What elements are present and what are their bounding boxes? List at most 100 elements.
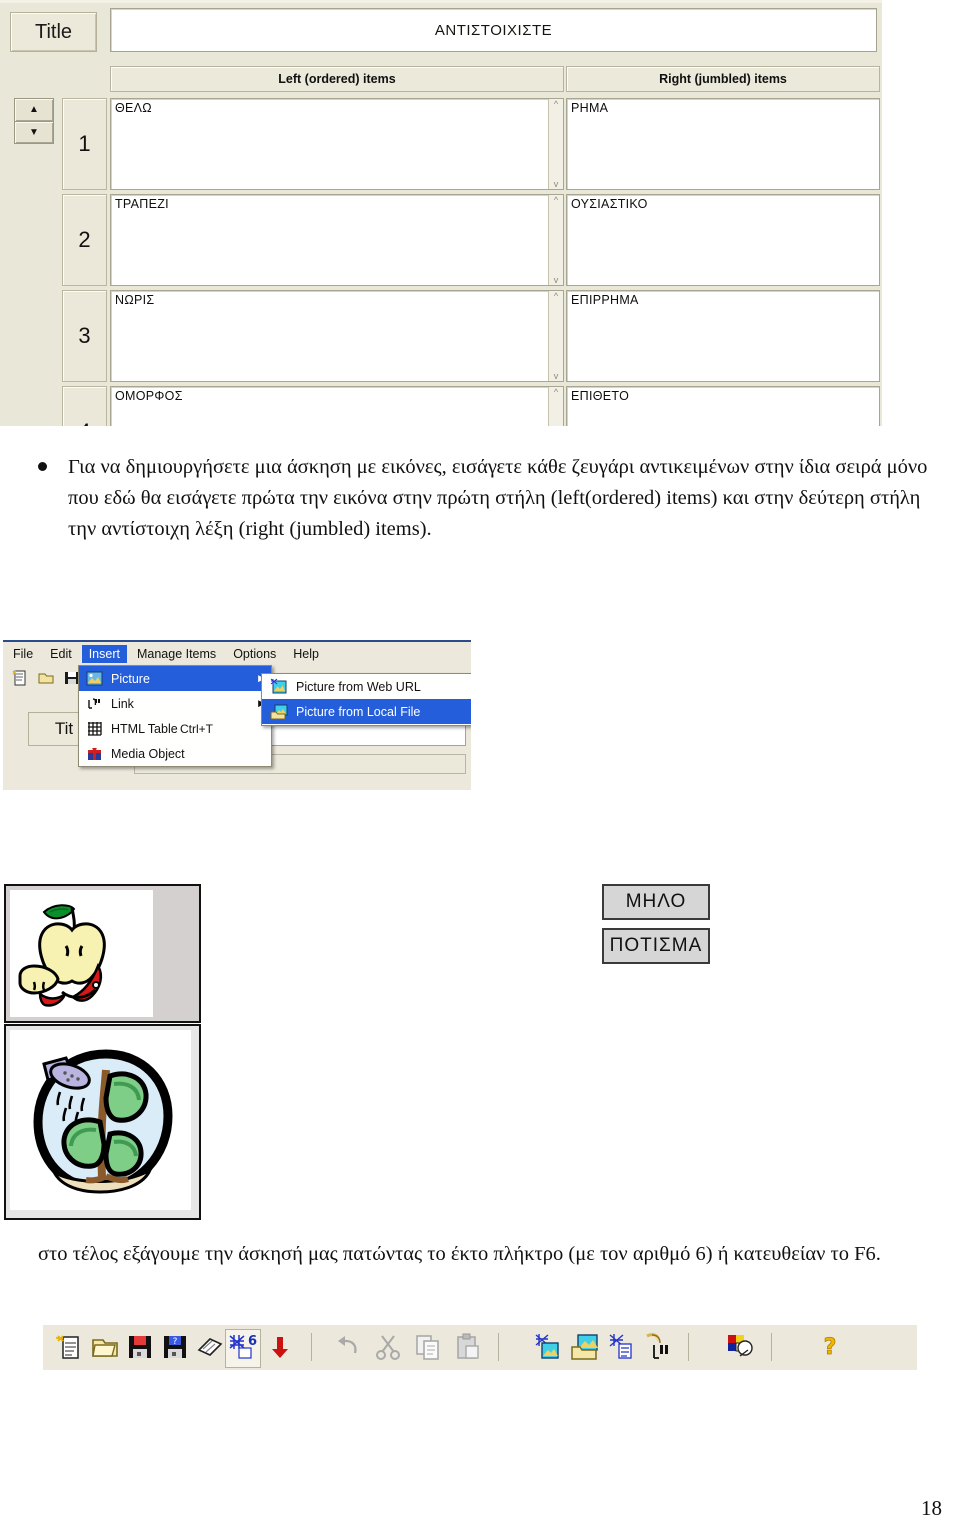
menu-item-file[interactable]: File xyxy=(6,645,40,663)
left-cell-1-scrollbar[interactable]: ^ v xyxy=(548,99,563,189)
picture-submenu: Picture from Web URL Picture from Local … xyxy=(261,673,471,726)
submenu-option-web-url-label: Picture from Web URL xyxy=(296,679,421,694)
spinner-down-button[interactable]: ▼ xyxy=(15,121,53,143)
export-6-icon[interactable]: 6 xyxy=(227,1332,257,1362)
picture-icon xyxy=(86,670,103,687)
menu-item-edit[interactable]: Edit xyxy=(43,645,79,663)
menu-item-insert[interactable]: Insert xyxy=(81,645,127,663)
instruction-paragraph-one: Για να δημιουργήσετε μια άσκηση με εικόν… xyxy=(0,452,960,545)
insert-menu-screenshot: File Edit Insert Manage Items Options He… xyxy=(3,640,471,790)
bullet-icon xyxy=(38,462,47,471)
row-number-4: 4 xyxy=(62,386,107,426)
instruction-paragraph-one-text: Για να δημιουργήσετε μια άσκηση με εικόν… xyxy=(68,456,928,540)
toolbar-separator xyxy=(771,1333,772,1361)
toolbar-separator xyxy=(498,1333,499,1361)
document-page: Title ΑΝΤΙΣΤΟΙΧΙΣΤΕ Left (ordered) items… xyxy=(0,0,960,1533)
word-button-milo[interactable]: ΜΗΛΟ xyxy=(602,884,710,920)
row-number-2: 2 xyxy=(62,194,107,286)
menu-option-link-label: Link xyxy=(111,696,134,711)
main-toolbar-screenshot: ? 6 ? xyxy=(43,1325,917,1370)
toolbar-separator xyxy=(688,1333,689,1361)
apple-picture-frame[interactable] xyxy=(4,884,201,1023)
left-cell-2-scrollbar[interactable]: ^ v xyxy=(548,195,563,285)
colors-icon[interactable] xyxy=(725,1332,755,1362)
new-document-icon[interactable] xyxy=(11,669,29,687)
word-button-milo-label: ΜΗΛΟ xyxy=(625,891,687,912)
left-cell-4[interactable]: ΟΜΟΡΦΟΣ ^ v xyxy=(110,386,564,426)
menu-item-help[interactable]: Help xyxy=(286,645,326,663)
word-button-potisma-label: ΠΟΤΙΣΜΑ xyxy=(609,935,703,956)
left-column-header-label: Left (ordered) items xyxy=(278,72,396,86)
row-spinner[interactable]: ▲ ▼ xyxy=(14,98,54,144)
instruction-paragraph-two-text: στο τέλος εξάγουμε την άσκησή μας πατώντ… xyxy=(38,1243,881,1265)
save-as-icon[interactable]: ? xyxy=(160,1332,190,1362)
row-number-4-label: 4 xyxy=(78,419,90,426)
insert-media-icon[interactable] xyxy=(607,1332,637,1362)
insert-dropdown-menu: Picture ▶ Link ▶ xyxy=(78,665,272,767)
right-cell-4-text: ΕΠΙΘΕΤΟ xyxy=(571,389,630,403)
menu-option-picture-label: Picture xyxy=(111,671,150,686)
paste-icon[interactable] xyxy=(453,1332,483,1362)
link-icon xyxy=(86,695,103,712)
download-arrow-icon[interactable] xyxy=(265,1332,295,1362)
window-title-bar-strip xyxy=(3,640,471,642)
svg-text:?: ? xyxy=(173,1337,178,1347)
spinner-up-button[interactable]: ▲ xyxy=(15,99,53,122)
insert-link-icon[interactable] xyxy=(644,1332,674,1362)
window-top-bevel xyxy=(0,0,882,3)
local-picture-icon xyxy=(270,703,288,720)
menu-option-html-table-label: HTML Table xyxy=(111,721,178,736)
left-column-header: Left (ordered) items xyxy=(110,66,564,92)
scroll-down-arrow[interactable]: v xyxy=(554,371,559,381)
insert-web-picture-icon[interactable] xyxy=(533,1332,563,1362)
menu-option-media-object-label: Media Object xyxy=(111,746,185,761)
left-cell-3[interactable]: ΝΩΡΙΣ ^ v xyxy=(110,290,564,382)
insert-local-picture-icon[interactable] xyxy=(570,1332,600,1362)
left-cell-2[interactable]: ΤΡΑΠΕΖΙ ^ v xyxy=(110,194,564,286)
right-cell-3-text: ΕΠΙΡΡΗΜΑ xyxy=(571,293,639,307)
watering-picture-frame[interactable] xyxy=(4,1024,201,1220)
left-cell-3-text: ΝΩΡΙΣ xyxy=(115,293,155,307)
page-number: 18 xyxy=(921,1496,942,1520)
undo-icon[interactable] xyxy=(333,1332,363,1362)
submenu-option-picture-from-local-file[interactable]: Picture from Local File xyxy=(262,699,471,724)
right-cell-4[interactable]: ΕΠΙΘΕΤΟ xyxy=(566,386,880,426)
right-cell-2[interactable]: ΟΥΣΙΑΣΤΙΚΟ xyxy=(566,194,880,286)
copy-icon[interactable] xyxy=(413,1332,443,1362)
new-document-icon[interactable] xyxy=(55,1332,85,1362)
left-cell-3-scrollbar[interactable]: ^ v xyxy=(548,291,563,381)
submenu-option-picture-from-web-url[interactable]: Picture from Web URL xyxy=(262,674,471,699)
menu-item-manage-items[interactable]: Manage Items xyxy=(130,645,223,663)
matching-exercise-editor-screenshot: Title ΑΝΤΙΣΤΟΙΧΙΣΤΕ Left (ordered) items… xyxy=(0,0,882,426)
menu-item-options[interactable]: Options xyxy=(226,645,283,663)
save-icon[interactable] xyxy=(125,1332,155,1362)
row-number-2-label: 2 xyxy=(78,227,91,252)
svg-text:?: ? xyxy=(824,1335,837,1360)
left-cell-4-scrollbar[interactable]: ^ v xyxy=(548,387,563,426)
scroll-up-arrow[interactable]: ^ xyxy=(554,387,558,397)
right-column-header-label: Right (jumbled) items xyxy=(659,72,787,86)
watering-plant-image xyxy=(10,1030,191,1210)
scroll-up-arrow[interactable]: ^ xyxy=(554,195,558,205)
left-cell-1-text: ΘΕΛΩ xyxy=(115,101,152,115)
menu-option-picture[interactable]: Picture ▶ xyxy=(79,666,271,691)
open-folder-icon[interactable] xyxy=(90,1332,120,1362)
right-cell-1[interactable]: ΡΗΜΑ xyxy=(566,98,880,190)
left-cell-1[interactable]: ΘΕΛΩ ^ v xyxy=(110,98,564,190)
open-folder-icon[interactable] xyxy=(37,669,55,687)
help-icon[interactable]: ? xyxy=(815,1332,845,1362)
menu-option-media-object[interactable]: Media Object xyxy=(79,741,271,766)
right-cell-3[interactable]: ΕΠΙΡΡΗΜΑ xyxy=(566,290,880,382)
scroll-up-arrow[interactable]: ^ xyxy=(554,291,558,301)
preview-icon[interactable] xyxy=(195,1332,225,1362)
menu-option-html-table-shortcut: Ctrl+T xyxy=(180,721,213,736)
cut-icon[interactable] xyxy=(373,1332,403,1362)
menu-option-link[interactable]: Link ▶ xyxy=(79,691,271,716)
title-button[interactable]: Title xyxy=(10,12,97,52)
scroll-up-arrow[interactable]: ^ xyxy=(554,99,558,109)
scroll-down-arrow[interactable]: v xyxy=(554,179,559,189)
scroll-down-arrow[interactable]: v xyxy=(554,275,559,285)
menu-option-html-table[interactable]: HTML Table Ctrl+T xyxy=(79,716,271,741)
word-button-potisma[interactable]: ΠΟΤΙΣΜΑ xyxy=(602,928,710,964)
title-input[interactable]: ΑΝΤΙΣΤΟΙΧΙΣΤΕ xyxy=(110,8,877,52)
